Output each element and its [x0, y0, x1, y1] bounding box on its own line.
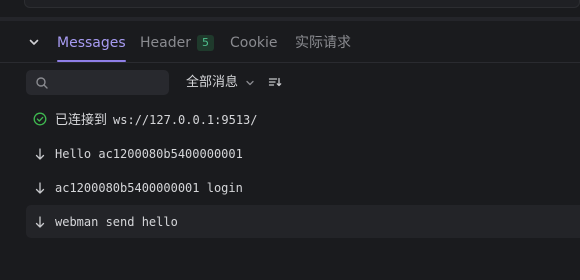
search-input[interactable]	[54, 70, 162, 95]
connected-prefix: 已连接到	[55, 113, 108, 128]
connection-url: ws://127.0.0.1:9513/	[113, 113, 258, 127]
header-count-badge: 5	[196, 35, 214, 51]
panel-divider[interactable]	[0, 17, 580, 21]
chevron-down-icon	[246, 80, 254, 85]
tab-actual-request-label: 实际请求	[295, 35, 351, 51]
search-icon	[36, 77, 48, 89]
tab-cookie[interactable]: Cookie	[230, 24, 278, 62]
list-item[interactable]: 已连接到 ws://127.0.0.1:9513/	[26, 102, 580, 135]
tab-messages[interactable]: Messages	[57, 24, 126, 62]
messages-toolbar: 全部消息	[0, 70, 580, 96]
message-filter-select[interactable]: 全部消息	[186, 70, 255, 95]
tab-header-label: Header	[140, 35, 191, 51]
message-text: ac1200080b5400000001 login	[55, 180, 243, 195]
list-item[interactable]: webman send hello	[26, 205, 580, 238]
message-filter-label: 全部消息	[186, 75, 239, 90]
response-tabs: Messages Header 5 Cookie 实际请求	[0, 24, 580, 62]
list-item[interactable]: ac1200080b5400000001 login	[26, 171, 580, 204]
collapse-button[interactable]	[26, 34, 42, 50]
websocket-messages-panel: Messages Header 5 Cookie 实际请求 全部消息 已连接到 …	[0, 0, 580, 280]
message-text: 已连接到 ws://127.0.0.1:9513/	[55, 109, 258, 128]
connected-check-icon	[33, 112, 47, 126]
incoming-arrow-icon	[33, 181, 47, 195]
tab-messages-label: Messages	[57, 35, 126, 51]
message-text: webman send hello	[55, 214, 178, 229]
tab-header[interactable]: Header 5	[140, 24, 214, 62]
incoming-arrow-icon	[33, 147, 47, 161]
chevron-down-icon	[29, 39, 39, 45]
list-item[interactable]: Hello ac1200080b5400000001	[26, 137, 580, 170]
tab-actual-request[interactable]: 实际请求	[295, 24, 351, 62]
message-text: Hello ac1200080b5400000001	[55, 146, 243, 161]
previous-panel-edge	[24, 0, 580, 8]
incoming-arrow-icon	[33, 215, 47, 229]
tabs-divider	[0, 62, 580, 63]
search-box[interactable]	[26, 70, 169, 95]
tab-cookie-label: Cookie	[230, 35, 278, 51]
sort-icon[interactable]	[268, 75, 282, 89]
